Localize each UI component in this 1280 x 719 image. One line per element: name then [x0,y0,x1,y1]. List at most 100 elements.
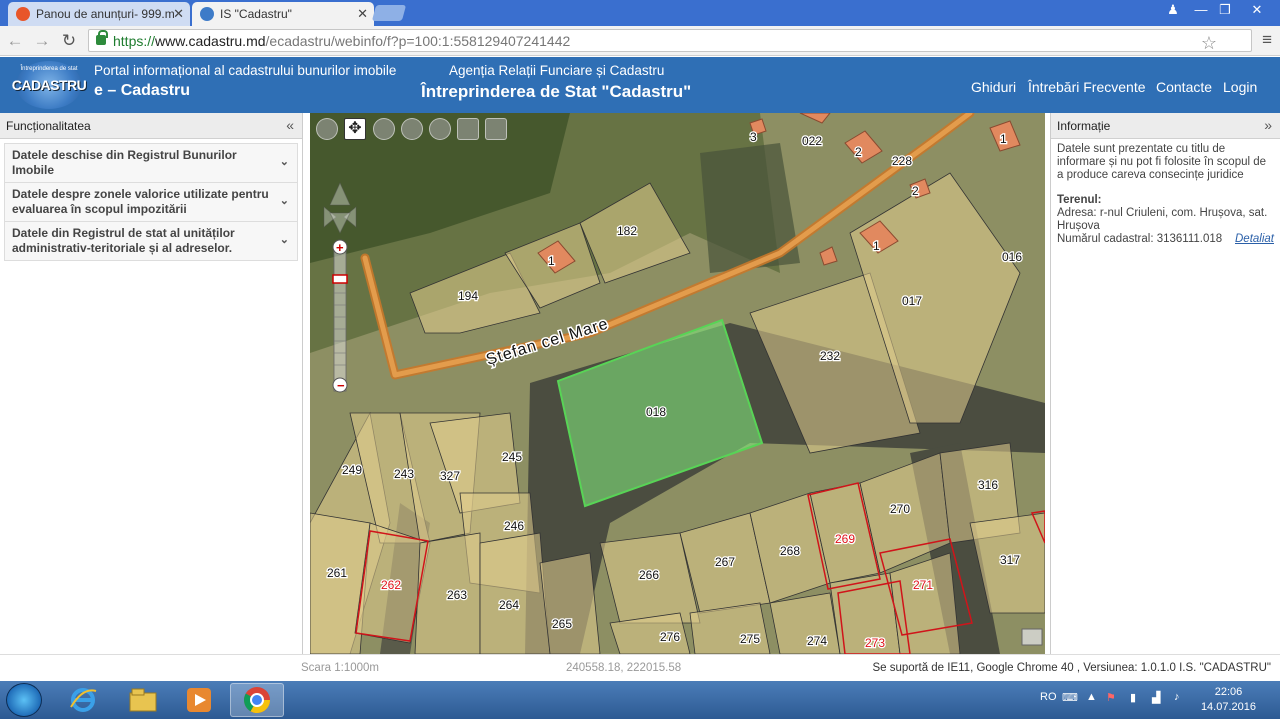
details-link[interactable]: Detaliat [1235,233,1274,246]
close-window-icon[interactable]: ✕ [1244,2,1270,18]
bookmark-star-icon[interactable]: ☆ [1201,33,1217,54]
overview-map-icon[interactable] [1021,628,1043,646]
parcel-label[interactable]: 267 [714,554,737,571]
section-value-zones[interactable]: Datele despre zonele valorice utilizate … [4,183,298,222]
action-center-icon[interactable]: ⚑ [1106,691,1116,704]
tab-cadastru[interactable]: IS "Cadastru" ✕ [192,2,374,26]
parcel-label[interactable]: 182 [616,223,639,240]
restore-icon[interactable]: ❐ [1212,2,1238,18]
measure-area-icon[interactable] [485,118,507,140]
section-admin-units[interactable]: Datele din Registrul de stat al unitățil… [4,222,298,261]
volume-icon[interactable]: ♪ [1174,691,1180,703]
chrome-icon[interactable] [230,683,284,717]
internet-explorer-icon[interactable] [56,683,110,717]
file-explorer-icon[interactable] [116,683,170,717]
collapse-left-icon[interactable]: « [286,117,294,133]
parcel-label[interactable]: 262 [380,577,403,594]
reload-icon[interactable]: ↻ [58,31,80,51]
collapse-right-icon[interactable]: » [1264,117,1272,133]
menu-icon[interactable]: ≡ [1262,30,1272,50]
user-icon[interactable]: ♟ [1160,2,1186,18]
parcel-label[interactable]: 276 [659,629,682,646]
zoom-in-tool-icon[interactable] [373,118,395,140]
panel-header: Funcționalitatea « [0,113,302,139]
parcel-label[interactable]: 2 [854,144,864,161]
clock-time: 22:06 [1214,686,1243,698]
new-tab-button[interactable] [371,5,407,21]
parcel-label[interactable]: 232 [819,348,842,365]
show-hidden-icons-icon[interactable]: ▲ [1086,691,1097,703]
input-language[interactable]: RO [1040,691,1057,703]
portal-title: e – Cadastru [94,82,191,99]
parcel-label[interactable]: 1 [547,253,557,270]
forward-icon[interactable]: → [31,31,53,51]
pan-tool-icon[interactable]: ✥ [344,118,366,140]
zoom-out-tool-icon[interactable] [401,118,423,140]
map-canvas[interactable]: Ștefan cel Mare 3 022 2 228 1 2 182 1 1 … [310,113,1045,654]
panel-header: Informație » [1051,113,1280,139]
parcel-label[interactable]: 3 [749,129,759,146]
url-scheme: https:// [113,32,156,49]
system-clock[interactable]: 22:06 14.07.2016 [1201,685,1256,715]
parcel-label[interactable]: 1 [872,238,882,255]
parcel-label[interactable]: 016 [1001,249,1024,266]
info-tool-icon[interactable] [429,118,451,140]
parcel-label[interactable]: 327 [439,468,462,485]
parcel-label[interactable]: 228 [891,153,914,170]
measure-distance-icon[interactable] [457,118,479,140]
chevron-down-icon: ⌄ [279,195,289,207]
media-player-icon[interactable] [172,683,226,717]
parcel-label[interactable]: 266 [638,567,661,584]
chevron-down-icon: ⌄ [279,156,289,168]
cadastru-logo[interactable]: Întreprinderea de stat CADASTRU [12,61,87,109]
parcel-label[interactable]: 194 [457,288,480,305]
parcel-label[interactable]: 274 [806,633,829,650]
cadastral-map[interactable]: Ștefan cel Mare 3 022 2 228 1 2 182 1 1 … [310,113,1045,654]
minimize-icon[interactable]: — [1188,2,1214,17]
parcel-label[interactable]: 246 [503,518,526,535]
parcel-label[interactable]: 316 [977,477,1000,494]
keyboard-icon[interactable]: ⌨ [1062,691,1078,704]
section-open-data[interactable]: Datele deschise din Registrul Bunurilor … [4,143,298,183]
functionality-panel: Funcționalitatea « Datele deschise din R… [0,113,303,654]
power-icon[interactable]: ▮ [1130,691,1136,704]
parcel-label[interactable]: 264 [498,597,521,614]
version-info: Se suportă de IE11, Google Chrome 40 , V… [872,662,1271,674]
close-tab-icon[interactable]: ✕ [173,6,184,22]
parcel-label[interactable]: 261 [326,565,349,582]
parcel-label[interactable]: 1 [999,131,1009,148]
parcel-label[interactable]: 249 [341,462,364,479]
parcel-label[interactable]: 022 [801,133,824,150]
parcel-label[interactable]: 018 [645,404,668,421]
parcel-label[interactable]: 268 [779,543,802,560]
network-icon[interactable]: ▟ [1152,691,1160,704]
nav-contacte[interactable]: Contacte [1156,79,1212,95]
parcel-label[interactable]: 265 [551,616,574,633]
nav-intrebari[interactable]: Întrebări Frecvente [1028,79,1146,95]
parcel-label[interactable]: 263 [446,587,469,604]
start-button[interactable] [6,683,42,717]
parcel-label[interactable]: 317 [999,552,1022,569]
address-bar[interactable]: https://www.cadastru.md/ecadastru/webinf… [88,29,1252,54]
parcel-label[interactable]: 269 [834,531,857,548]
panel-title: Funcționalitatea [6,118,91,133]
parcel-label[interactable]: 275 [739,631,762,648]
parcel-label[interactable]: 245 [501,449,524,466]
nav-login[interactable]: Login [1223,79,1257,95]
nav-ghiduri[interactable]: Ghiduri [971,79,1016,95]
close-tab-icon[interactable]: ✕ [357,6,368,22]
tab-999[interactable]: Panou de anunțuri- 999.m ✕ [8,2,190,26]
back-icon[interactable]: ← [4,31,26,51]
logo-small-text: Întreprinderea de stat [20,66,78,72]
zoom-slider[interactable]: + − [332,239,348,393]
zoom-handle[interactable] [332,274,348,284]
parcel-label[interactable]: 2 [911,183,921,200]
parcel-label[interactable]: 017 [901,293,924,310]
parcel-label[interactable]: 271 [912,577,935,594]
parcel-label[interactable]: 270 [889,501,912,518]
parcel-label[interactable]: 243 [393,466,416,483]
windows-taskbar: RO ⌨ ▲ ⚑ ▮ ▟ ♪ 22:06 14.07.2016 [0,681,1280,719]
panel-title: Informație [1057,118,1111,133]
globe-tool-icon[interactable] [316,118,338,140]
parcel-label[interactable]: 273 [864,635,887,652]
